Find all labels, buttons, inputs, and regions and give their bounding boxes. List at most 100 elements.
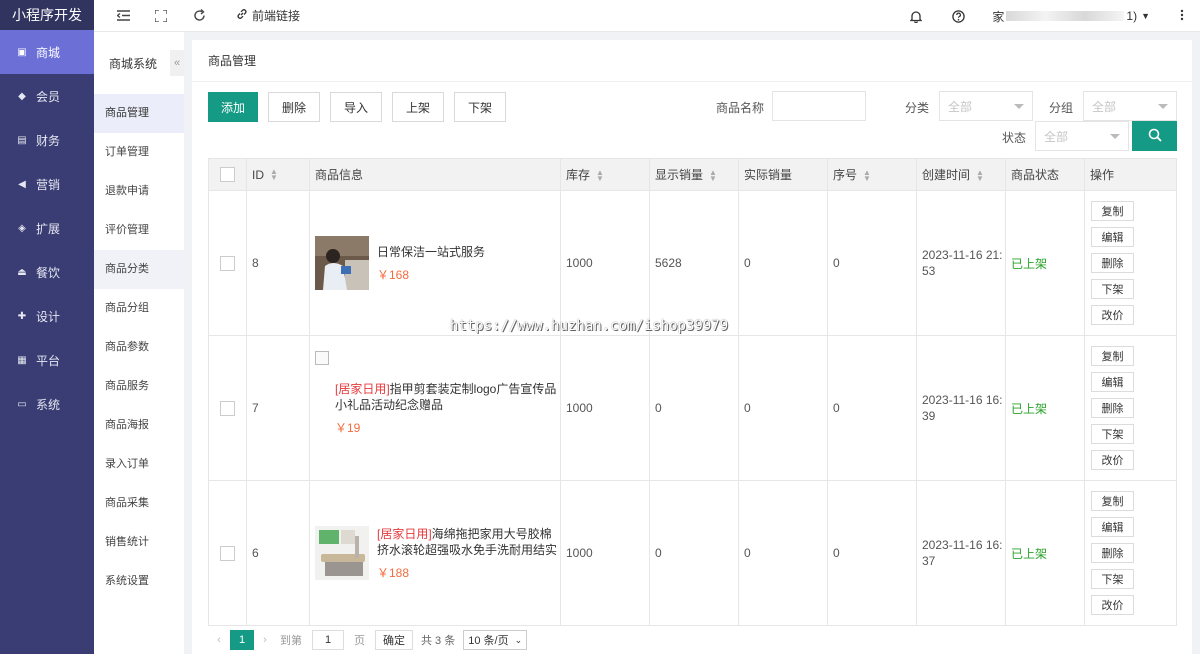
delete-row-button[interactable]: 删除 xyxy=(1091,543,1134,563)
menu-fold-icon[interactable] xyxy=(116,9,130,23)
page-1-button[interactable]: 1 xyxy=(230,630,254,650)
status-select[interactable]: 全部 xyxy=(1035,121,1129,151)
sidebar-item-label: 扩展 xyxy=(36,221,61,236)
sidebar-item-platform[interactable]: ▦ 平台 xyxy=(0,338,94,382)
edit-button[interactable]: 编辑 xyxy=(1091,227,1134,247)
product-name-label: 商品名称 xyxy=(716,101,765,115)
sidebar-item-member[interactable]: ◆ 会员 xyxy=(0,74,94,118)
product-name-input[interactable] xyxy=(772,91,866,121)
off-shelf-button[interactable]: 下架 xyxy=(454,92,506,122)
sidebar-item-shop[interactable]: ▣ 商城 xyxy=(0,30,94,74)
caret-down-icon xyxy=(1014,104,1024,109)
delete-row-button[interactable]: 删除 xyxy=(1091,398,1134,418)
submenu-item[interactable]: 销售统计 xyxy=(94,523,184,562)
product-name[interactable]: [居家日用]海绵拖把家用大号胶棉挤水滚轮超强吸水免手洗耐用结实 xyxy=(377,526,560,558)
cell-status: 已上架 xyxy=(1005,190,1085,336)
col-created[interactable]: 创建时间 ▲ ▼ xyxy=(916,158,1006,191)
sort-icon: ▲ ▼ xyxy=(976,167,984,183)
search-button[interactable] xyxy=(1132,121,1177,151)
help-icon[interactable] xyxy=(950,8,966,24)
select-all-checkbox[interactable] xyxy=(220,167,235,183)
submenu-item[interactable]: 退款申请 xyxy=(94,172,184,211)
submenu-item[interactable]: 商品管理 xyxy=(94,94,184,133)
dining-icon: ⏏ xyxy=(17,266,27,278)
col-order[interactable]: 序号 ▲ ▼ xyxy=(827,158,917,191)
product-thumbnail[interactable] xyxy=(315,236,369,290)
marketing-icon: ◀ xyxy=(18,178,26,190)
goto-page-input[interactable]: 1 xyxy=(312,630,344,650)
sidebar-item-finance[interactable]: ▤ 财务 xyxy=(0,118,94,162)
prev-page-icon[interactable]: ‹ xyxy=(208,634,230,646)
sidebar-item-extension[interactable]: ◈ 扩展 xyxy=(0,206,94,250)
user-menu[interactable]: 家 1) ▼ xyxy=(992,8,1150,25)
row-checkbox[interactable] xyxy=(220,255,235,271)
cell-real-sales: 0 xyxy=(738,480,828,626)
sidebar-item-dining[interactable]: ⏏ 餐饮 xyxy=(0,250,94,294)
submenu-item[interactable]: 商品分组 xyxy=(94,289,184,328)
submenu-item[interactable]: 商品海报 xyxy=(94,406,184,445)
bell-icon[interactable] xyxy=(908,8,924,24)
on-shelf-button[interactable]: 上架 xyxy=(392,92,444,122)
submenu-item[interactable]: 订单管理 xyxy=(94,133,184,172)
fullscreen-icon[interactable] xyxy=(154,9,168,23)
copy-button[interactable]: 复制 xyxy=(1091,201,1134,221)
frontend-link[interactable]: 前端链接 xyxy=(236,7,300,24)
goto-confirm-button[interactable]: 确定 xyxy=(375,630,413,650)
submenu-item[interactable]: 评价管理 xyxy=(94,211,184,250)
off-shelf-row-button[interactable]: 下架 xyxy=(1091,424,1134,444)
sidebar-item-design[interactable]: ✚ 设计 xyxy=(0,294,94,338)
col-actions-label: 操作 xyxy=(1090,168,1115,182)
next-page-icon[interactable]: › xyxy=(254,634,276,646)
page-size-select[interactable]: 10 条/页 ⌄ xyxy=(463,630,528,650)
product-name[interactable]: [居家日用]指甲剪套装定制logo广告宣传品小礼品活动纪念赠品 xyxy=(335,381,560,413)
submenu-item[interactable]: 商品采集 xyxy=(94,484,184,523)
broken-image-icon[interactable] xyxy=(315,350,329,365)
category-select[interactable]: 全部 xyxy=(939,91,1033,121)
copy-button[interactable]: 复制 xyxy=(1091,491,1134,511)
change-price-button[interactable]: 改价 xyxy=(1091,450,1134,470)
sidebar-item-system[interactable]: ▭ 系统 xyxy=(0,382,94,426)
product-tag: [居家日用] xyxy=(377,526,432,541)
col-id[interactable]: ID ▲ ▼ xyxy=(246,158,310,191)
add-button[interactable]: 添加 xyxy=(208,92,258,122)
delete-button[interactable]: 删除 xyxy=(268,92,320,122)
submenu-item[interactable]: 商品分类 xyxy=(94,250,184,289)
off-shelf-row-button[interactable]: 下架 xyxy=(1091,569,1134,589)
sub-menu-title: 商城系统 xyxy=(109,56,158,71)
change-price-button[interactable]: 改价 xyxy=(1091,305,1134,325)
submenu-item[interactable]: 录入订单 xyxy=(94,445,184,484)
extension-icon: ◈ xyxy=(18,222,26,234)
cell-stock: 1000 xyxy=(560,190,650,336)
delete-row-button[interactable]: 删除 xyxy=(1091,253,1134,273)
row-checkbox-cell xyxy=(208,335,247,481)
edit-button[interactable]: 编辑 xyxy=(1091,517,1134,537)
off-shelf-row-button[interactable]: 下架 xyxy=(1091,279,1134,299)
refresh-icon[interactable] xyxy=(192,9,206,23)
edit-button[interactable]: 编辑 xyxy=(1091,372,1134,392)
col-shown-sales[interactable]: 显示销量 ▲ ▼ xyxy=(649,158,739,191)
import-button[interactable]: 导入 xyxy=(330,92,382,122)
row-checkbox[interactable] xyxy=(220,400,235,416)
submenu-item[interactable]: 商品服务 xyxy=(94,367,184,406)
group-select-value: 全部 xyxy=(1092,99,1117,114)
row-checkbox[interactable] xyxy=(220,545,235,561)
product-name[interactable]: 日常保洁一站式服务 xyxy=(377,244,485,260)
cell-status: 已上架 xyxy=(1005,480,1085,626)
collapse-menu-icon[interactable]: « xyxy=(170,50,184,76)
group-select[interactable]: 全部 xyxy=(1083,91,1177,121)
sidebar-item-marketing[interactable]: ◀ 营销 xyxy=(0,162,94,206)
sort-icon: ▲ ▼ xyxy=(863,167,871,183)
cell-created: 2023-11-16 21:53 xyxy=(916,190,1006,336)
product-thumbnail[interactable] xyxy=(315,526,369,580)
col-stock[interactable]: 库存 ▲ ▼ xyxy=(560,158,650,191)
copy-button[interactable]: 复制 xyxy=(1091,346,1134,366)
col-order-label: 序号 xyxy=(833,168,858,182)
submenu-item[interactable]: 系统设置 xyxy=(94,562,184,601)
cell-created: 2023-11-16 16:39 xyxy=(916,335,1006,481)
cell-stock: 1000 xyxy=(560,480,650,626)
col-stock-label: 库存 xyxy=(566,168,591,182)
table-row: 7 [居家日用]指甲剪套装定制logo广告宣传品小礼品活动纪念赠品 ￥19 10… xyxy=(208,335,1177,481)
more-vertical-icon[interactable] xyxy=(1180,9,1184,24)
change-price-button[interactable]: 改价 xyxy=(1091,595,1134,615)
submenu-item[interactable]: 商品参数 xyxy=(94,328,184,367)
